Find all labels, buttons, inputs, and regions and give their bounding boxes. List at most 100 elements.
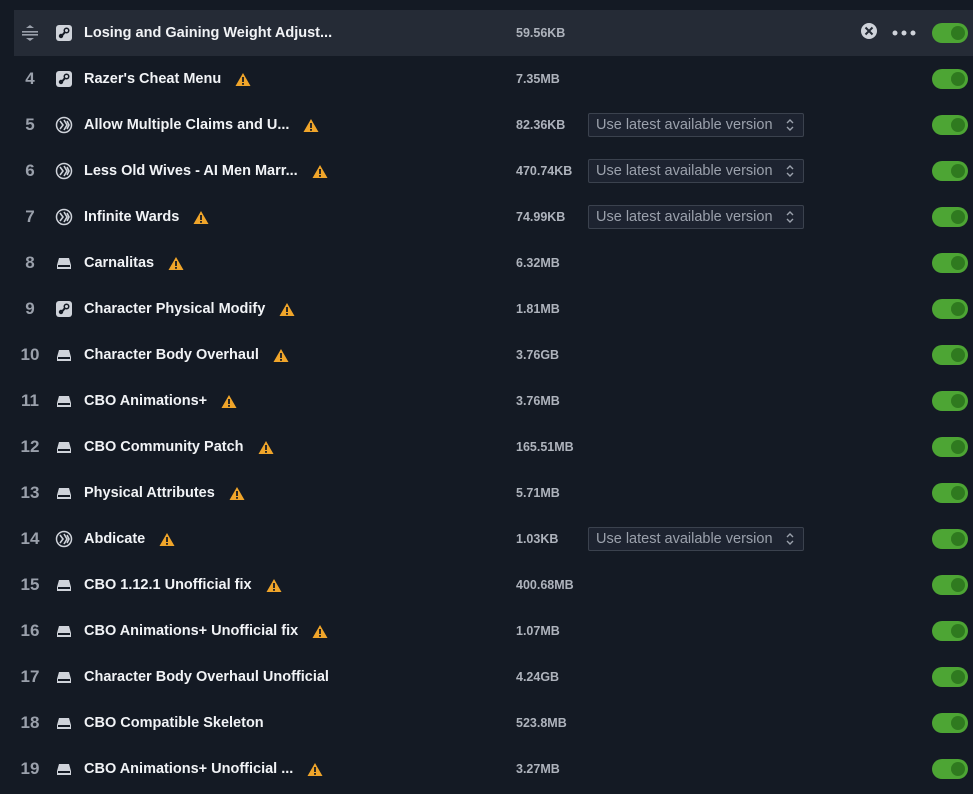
version-select[interactable]: Use latest available version (588, 113, 804, 137)
warning-icon[interactable] (266, 578, 282, 593)
enable-toggle[interactable] (932, 161, 968, 181)
paradox-icon (46, 162, 82, 180)
warning-icon[interactable] (312, 624, 328, 639)
warning-icon[interactable] (229, 486, 245, 501)
close-circle-icon[interactable] (860, 22, 878, 45)
mod-name: Character Body Overhaul (84, 347, 259, 363)
mod-name: CBO Compatible Skeleton (84, 715, 264, 731)
row-index: 7 (25, 207, 35, 226)
enable-toggle[interactable] (932, 345, 968, 365)
mod-row[interactable]: 13 Physical Attributes 5.71MB (14, 470, 973, 516)
enable-toggle[interactable] (932, 69, 968, 89)
chevron-updown-icon (785, 117, 795, 137)
row-index: 14 (20, 529, 40, 548)
enable-toggle[interactable] (932, 575, 968, 595)
toggle-knob (951, 26, 965, 40)
mod-row[interactable]: 9 Character Physical Modify 1.81MB (14, 286, 973, 332)
mod-name-cell: Razer's Cheat Menu (84, 71, 502, 87)
mod-size: 4.24GB (516, 670, 560, 684)
enable-toggle[interactable] (932, 621, 968, 641)
enable-toggle[interactable] (932, 713, 968, 733)
mod-size: 7.35MB (516, 72, 560, 86)
mod-row[interactable]: 19 CBO Animations+ Unofficial ... 3.27MB (14, 746, 973, 792)
enable-toggle[interactable] (932, 299, 968, 319)
mod-row[interactable]: 8 Carnalitas 6.32MB (14, 240, 973, 286)
mod-name: Physical Attributes (84, 485, 215, 501)
enable-toggle[interactable] (932, 207, 968, 227)
mod-row[interactable]: 11 CBO Animations+ 3.76MB (14, 378, 973, 424)
mod-name-cell: Character Body Overhaul (84, 347, 502, 363)
mod-row[interactable]: 10 Character Body Overhaul 3.76GB (14, 332, 973, 378)
enable-toggle[interactable] (932, 759, 968, 779)
more-dots-icon[interactable] (892, 24, 916, 42)
mod-size: 523.8MB (516, 716, 567, 730)
toggle-knob (951, 532, 965, 546)
mod-row[interactable]: 17 Character Body Overhaul Unofficial 4.24… (14, 654, 973, 700)
enable-toggle[interactable] (932, 391, 968, 411)
mod-name: Allow Multiple Claims and U... (84, 117, 290, 133)
mod-name-cell: CBO 1.12.1 Unofficial fix (84, 577, 502, 593)
drive-icon (46, 714, 82, 732)
mod-row[interactable]: 5 Allow Multiple Claims and U... 82.36KB Us… (14, 102, 973, 148)
enable-toggle[interactable] (932, 529, 968, 549)
warning-icon[interactable] (303, 118, 319, 133)
mod-size: 1.07MB (516, 624, 560, 638)
toggle-knob (951, 578, 965, 592)
mod-name: Losing and Gaining Weight Adjust... (84, 25, 333, 41)
enable-toggle[interactable] (932, 253, 968, 273)
mod-size: 74.99KB (516, 210, 566, 224)
mod-size: 3.76GB (516, 348, 560, 362)
warning-icon[interactable] (279, 302, 295, 317)
enable-toggle[interactable] (932, 115, 968, 135)
warning-icon[interactable] (193, 210, 209, 225)
row-actions (860, 22, 916, 45)
mod-name: Character Body Overhaul Unofficial (84, 669, 329, 685)
mod-row[interactable]: 12 CBO Community Patch 165.51MB (14, 424, 973, 470)
warning-icon[interactable] (168, 256, 184, 271)
enable-toggle[interactable] (932, 437, 968, 457)
toggle-knob (951, 440, 965, 454)
mod-row[interactable]: 14 Abdicate 1.03KB Use latest available ver… (14, 516, 973, 562)
warning-icon[interactable] (273, 348, 289, 363)
mod-row[interactable]: 7 Infinite Wards 74.99KB Use latest availab… (14, 194, 973, 240)
warning-icon[interactable] (307, 762, 323, 777)
enable-toggle[interactable] (932, 667, 968, 687)
toggle-knob (951, 302, 965, 316)
toggle-knob (951, 716, 965, 730)
version-select[interactable]: Use latest available version (588, 205, 804, 229)
mod-size: 5.71MB (516, 486, 560, 500)
toggle-knob (951, 348, 965, 362)
mod-row[interactable]: 4 Razer's Cheat Menu 7.35MB (14, 56, 973, 102)
mod-size: 3.76MB (516, 394, 560, 408)
drive-icon (46, 668, 82, 686)
mod-name-cell: Infinite Wards (84, 209, 502, 225)
mod-row[interactable]: 18 CBO Compatible Skeleton 523.8MB (14, 700, 973, 746)
enable-toggle[interactable] (932, 483, 968, 503)
mod-row[interactable]: 6 Less Old Wives - AI Men Marr... 470.74KB… (14, 148, 973, 194)
drive-icon (46, 576, 82, 594)
mod-name-cell: Allow Multiple Claims and U... (84, 117, 502, 133)
toggle-knob (951, 394, 965, 408)
mod-name-cell: Abdicate (84, 531, 502, 547)
chevron-updown-icon (785, 531, 795, 551)
mod-row[interactable]: 16 CBO Animations+ Unofficial fix 1.07MB (14, 608, 973, 654)
drag-handle-icon[interactable] (14, 24, 46, 42)
mod-row[interactable]: 15 CBO 1.12.1 Unofficial fix 400.68MB (14, 562, 973, 608)
toggle-knob (951, 164, 965, 178)
version-select[interactable]: Use latest available version (588, 159, 804, 183)
warning-icon[interactable] (312, 164, 328, 179)
mod-size: 82.36KB (516, 118, 566, 132)
toggle-knob (951, 624, 965, 638)
mod-size: 1.03KB (516, 532, 559, 546)
enable-toggle[interactable] (932, 23, 968, 43)
steam-icon (46, 300, 82, 318)
warning-icon[interactable] (258, 440, 274, 455)
mod-row[interactable]: Losing and Gaining Weight Adjust... 59.56… (14, 10, 973, 56)
version-select[interactable]: Use latest available version (588, 527, 804, 551)
warning-icon[interactable] (221, 394, 237, 409)
version-select-value: Use latest available version (596, 163, 773, 179)
warning-icon[interactable] (159, 532, 175, 547)
warning-icon[interactable] (235, 72, 251, 87)
steam-icon (46, 24, 82, 42)
drive-icon (46, 484, 82, 502)
